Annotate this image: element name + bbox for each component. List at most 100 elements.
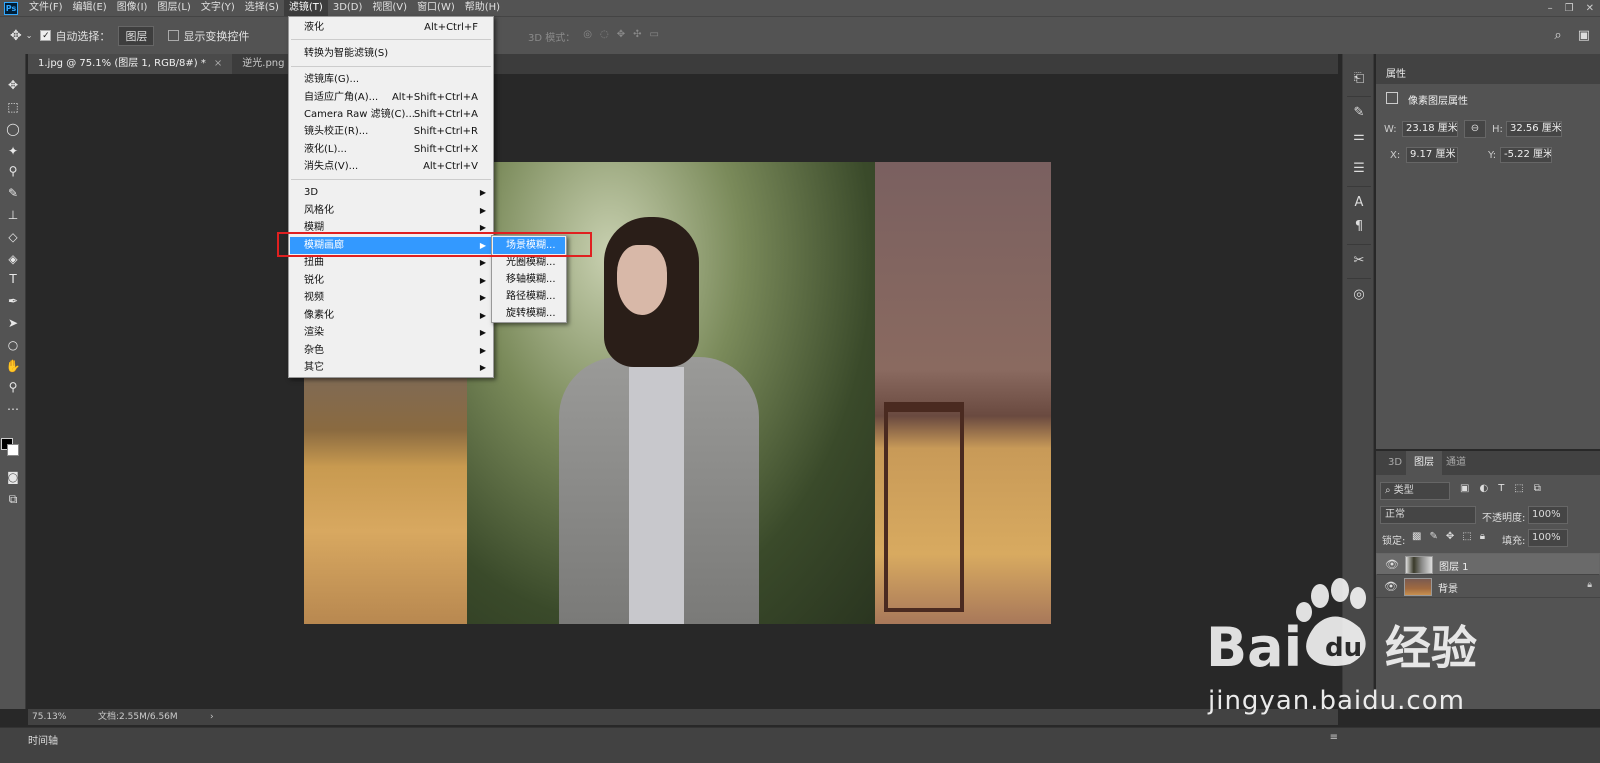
creative-cloud-icon[interactable]: ◎	[1350, 286, 1368, 304]
menu-item-filter-gallery[interactable]: 滤镜库(G)...	[290, 71, 492, 88]
minimize-icon[interactable]: –	[1548, 3, 1553, 14]
type-tool-icon[interactable]: T	[3, 270, 23, 288]
menu-select[interactable]: 选择(S)	[240, 0, 284, 16]
lock-all-icon[interactable]: 🔒︎	[1480, 531, 1485, 542]
menu-item-convert-smart-filter[interactable]: 转换为智能滤镜(S)	[290, 45, 492, 62]
search-icon[interactable]: ⌕	[1554, 28, 1561, 43]
menu-item-video[interactable]: 视频 ▶	[290, 289, 492, 306]
pixel-filter-icon[interactable]: ▣	[1460, 483, 1469, 494]
eyedropper-tool-icon[interactable]: ⚲	[3, 162, 23, 180]
menu-type[interactable]: 文字(Y)	[196, 0, 240, 16]
more-tools-icon[interactable]: ⋯	[3, 400, 23, 418]
panel-menu-icon[interactable]: ≡	[1330, 732, 1338, 743]
stamp-tool-icon[interactable]: ⊥	[3, 206, 23, 224]
menu-item-sharpen[interactable]: 锐化 ▶	[290, 272, 492, 289]
menu-help[interactable]: 帮助(H)	[460, 0, 505, 16]
menu-item-stylize[interactable]: 风格化 ▶	[290, 202, 492, 219]
lasso-tool-icon[interactable]: ◯	[3, 120, 23, 138]
restore-icon[interactable]: ❐	[1565, 3, 1574, 14]
auto-select-target-dropdown[interactable]: 图层	[118, 25, 155, 46]
close-icon[interactable]: ✕	[1586, 3, 1594, 14]
lock-pixels-icon[interactable]: ✎	[1429, 531, 1437, 542]
libraries-icon[interactable]: ☰	[1350, 160, 1368, 178]
menu-item-3d[interactable]: 3D ▶	[290, 184, 492, 201]
hand-tool-icon[interactable]: ✋	[3, 357, 23, 375]
menu-item-liquify-last[interactable]: 液化 Alt+Ctrl+F	[290, 19, 492, 36]
slide-3d-icon[interactable]: ✣	[633, 29, 641, 44]
orbit-3d-icon[interactable]: ◎	[583, 29, 592, 44]
canvas-area[interactable]	[28, 74, 1338, 709]
paragraph-icon[interactable]: ¶	[1350, 218, 1368, 236]
menu-edit[interactable]: 编辑(E)	[68, 0, 112, 16]
tools-preset-icon[interactable]: ✂	[1350, 252, 1368, 270]
roll-3d-icon[interactable]: ◌	[600, 29, 609, 44]
magic-wand-tool-icon[interactable]: ✦	[3, 142, 23, 160]
brush-settings-icon[interactable]: ✎	[1350, 104, 1368, 122]
link-icon[interactable]: ⊖	[1464, 120, 1486, 138]
ellipse-tool-icon[interactable]: ○	[3, 336, 23, 354]
blur-tool-icon[interactable]: ◈	[3, 250, 23, 268]
menu-window[interactable]: 窗口(W)	[412, 0, 460, 16]
blend-mode-dropdown[interactable]: 正常	[1380, 506, 1476, 524]
submenu-item-spin-blur[interactable]: 旋转模糊...	[493, 305, 565, 322]
adjustments-icon[interactable]: ⚌	[1350, 128, 1368, 146]
menu-item-camera-raw[interactable]: Camera Raw 滤镜(C)... Shift+Ctrl+A	[290, 106, 492, 123]
menu-layer[interactable]: 图层(L)	[152, 0, 195, 16]
shape-filter-icon[interactable]: ⬚	[1514, 483, 1523, 494]
zoom-level[interactable]: 75.13%	[32, 709, 66, 725]
menu-item-pixelate[interactable]: 像素化 ▶	[290, 307, 492, 324]
smart-object-filter-icon[interactable]: ⧉	[1534, 483, 1541, 494]
tab-document-1[interactable]: 1.jpg @ 75.1% (图层 1, RGB/8#) * ×	[28, 54, 233, 74]
menu-item-render[interactable]: 渲染 ▶	[290, 324, 492, 341]
chevron-right-icon[interactable]: ›	[210, 709, 214, 725]
y-field[interactable]: -5.22 厘米	[1500, 147, 1552, 163]
adjustment-filter-icon[interactable]: ◐	[1479, 483, 1488, 494]
menu-item-lens-correction[interactable]: 镜头校正(R)... Shift+Ctrl+R	[290, 123, 492, 140]
menu-item-vanishing-point[interactable]: 消失点(V)... Alt+Ctrl+V	[290, 158, 492, 175]
close-icon[interactable]: ×	[214, 58, 222, 69]
tab-properties[interactable]: 属性	[1386, 65, 1406, 80]
zoom-tool-icon[interactable]: ⚲	[3, 378, 23, 396]
menu-3d[interactable]: 3D(D)	[328, 0, 368, 16]
quick-mask-icon[interactable]: ◙	[3, 468, 23, 486]
menu-item-liquify[interactable]: 液化(L)... Shift+Ctrl+X	[290, 141, 492, 158]
menu-filter[interactable]: 滤镜(T)	[283, 0, 328, 16]
marquee-tool-icon[interactable]: ⬚	[3, 98, 23, 116]
menu-view[interactable]: 视图(V)	[367, 0, 412, 16]
width-field[interactable]: 23.18 厘米	[1402, 121, 1458, 137]
move-tool-icon[interactable]: ✥	[10, 28, 22, 44]
submenu-item-tilt-shift[interactable]: 移轴模糊...	[493, 271, 565, 288]
eraser-tool-icon[interactable]: ◇	[3, 228, 23, 246]
lock-position-icon[interactable]: ✥	[1446, 531, 1454, 542]
tab-layers[interactable]: 图层	[1406, 451, 1442, 475]
brush-tool-icon[interactable]: ✎	[3, 184, 23, 202]
workspace-icon[interactable]: ▣	[1578, 28, 1590, 43]
scale-3d-icon[interactable]: ▭	[650, 29, 659, 44]
screen-mode-icon[interactable]: ⧉	[3, 490, 23, 508]
layer-row[interactable]: 👁︎ 图层 1	[1376, 553, 1600, 575]
lock-transparent-icon[interactable]: ▩	[1412, 531, 1421, 542]
history-icon[interactable]: ⎗	[1350, 70, 1368, 88]
fill-field[interactable]: 100%	[1528, 529, 1568, 547]
background-color-swatch[interactable]	[7, 444, 19, 456]
height-field[interactable]: 32.56 厘米	[1506, 121, 1562, 137]
artboard-icon[interactable]: ⬚	[1462, 531, 1471, 542]
menu-file[interactable]: 文件(F)	[24, 0, 68, 16]
opacity-field[interactable]: 100%	[1528, 506, 1568, 524]
layer-filter-dropdown[interactable]: ⌕ 类型	[1380, 482, 1450, 500]
pen-tool-icon[interactable]: ✒	[3, 292, 23, 310]
menu-item-adaptive-wide-angle[interactable]: 自适应广角(A)... Alt+Shift+Ctrl+A	[290, 89, 492, 106]
type-filter-icon[interactable]: T	[1498, 483, 1504, 494]
submenu-item-path-blur[interactable]: 路径模糊...	[493, 288, 565, 305]
menu-item-noise[interactable]: 杂色 ▶	[290, 342, 492, 359]
tab-channels[interactable]: 通道	[1438, 451, 1474, 475]
show-transform-checkbox[interactable]: 显示变换控件	[168, 28, 249, 44]
eye-icon[interactable]: 👁︎	[1385, 558, 1399, 571]
auto-select-checkbox[interactable]: ✓ 自动选择：	[40, 28, 110, 44]
path-select-tool-icon[interactable]: ➤	[3, 314, 23, 332]
menu-image[interactable]: 图像(I)	[112, 0, 153, 16]
tab-timeline[interactable]: 时间轴	[28, 732, 58, 747]
character-icon[interactable]: A	[1350, 194, 1368, 212]
move-tool-icon[interactable]: ✥	[3, 76, 23, 94]
x-field[interactable]: 9.17 厘米	[1406, 147, 1458, 163]
